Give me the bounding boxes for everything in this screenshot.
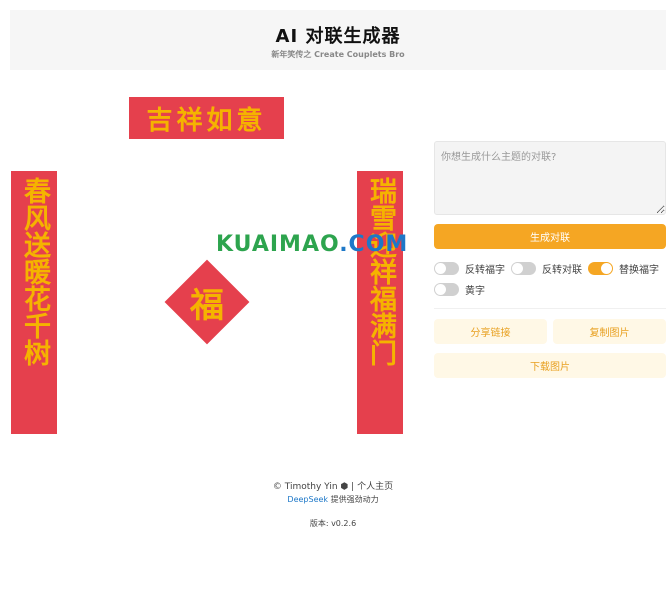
switch-flip-fu[interactable] bbox=[434, 261, 459, 275]
divider bbox=[434, 308, 666, 309]
homepage-link[interactable]: 个人主页 bbox=[357, 482, 393, 492]
toggle-group: 反转福字 反转对联 替换福字 黄字 bbox=[434, 260, 666, 302]
left-couplet: 春风送暖花千树 bbox=[11, 171, 57, 434]
switch-replace-fu[interactable] bbox=[588, 261, 613, 275]
footer-powered: DeepSeek 提供强劲动力 bbox=[0, 494, 666, 505]
download-image-button[interactable]: 下载图片 bbox=[434, 353, 666, 378]
footer-credits: © Timothy Yin ⬢ | 个人主页 bbox=[0, 479, 666, 492]
author-name: © Timothy Yin bbox=[272, 482, 338, 492]
app-header: AI 对联生成器 新年笑传之 Create Couplets Bro bbox=[10, 10, 666, 70]
watermark: KUAIMAO.COM bbox=[216, 232, 408, 257]
left-couplet-text: 春风送暖花千树 bbox=[19, 177, 50, 366]
fu-diamond: 福 bbox=[164, 259, 250, 345]
deepseek-link[interactable]: DeepSeek bbox=[287, 495, 328, 504]
page-title: AI 对联生成器 bbox=[275, 26, 401, 47]
powered-text: 提供强劲动力 bbox=[328, 495, 379, 504]
switch-flip-couplet[interactable] bbox=[511, 261, 536, 275]
toggle-label: 反转福字 bbox=[465, 264, 505, 276]
generate-button[interactable]: 生成对联 bbox=[434, 224, 666, 249]
watermark-part2: .COM bbox=[339, 232, 409, 257]
right-couplet-text: 瑞雪迎祥福满门 bbox=[365, 177, 396, 366]
fu-character: 福 bbox=[190, 285, 224, 326]
toggle-flip-fu[interactable]: 反转福字 bbox=[434, 260, 505, 276]
theme-input[interactable] bbox=[434, 141, 666, 215]
toggle-label: 替换福字 bbox=[619, 264, 659, 276]
toggle-label: 黄字 bbox=[465, 285, 485, 297]
copy-image-button[interactable]: 复制图片 bbox=[553, 319, 666, 344]
switch-yellow-text[interactable] bbox=[434, 282, 459, 296]
toggle-yellow-text[interactable]: 黄字 bbox=[434, 281, 485, 297]
share-link-button[interactable]: 分享链接 bbox=[434, 319, 547, 344]
version-label: 版本: v0.2.6 bbox=[309, 519, 357, 528]
action-row: 分享链接 复制图片 bbox=[434, 319, 666, 344]
control-panel: 生成对联 反转福字 反转对联 替换福字 黄字 分享链接 复制图片 下载图片 bbox=[434, 141, 666, 378]
footer-separator: | bbox=[351, 482, 355, 492]
toggle-label: 反转对联 bbox=[542, 264, 582, 276]
right-couplet: 瑞雪迎祥福满门 bbox=[357, 171, 403, 434]
toggle-replace-fu[interactable]: 替换福字 bbox=[588, 260, 659, 276]
github-icon[interactable]: ⬢ bbox=[340, 482, 348, 492]
watermark-part1: KUAIMAO bbox=[216, 232, 340, 257]
horizontal-scroll: 吉祥如意 bbox=[129, 97, 284, 139]
page-subtitle: 新年笑传之 Create Couplets Bro bbox=[271, 50, 405, 59]
horizontal-scroll-text: 吉祥如意 bbox=[146, 105, 267, 136]
toggle-flip-couplet[interactable]: 反转对联 bbox=[511, 260, 582, 276]
